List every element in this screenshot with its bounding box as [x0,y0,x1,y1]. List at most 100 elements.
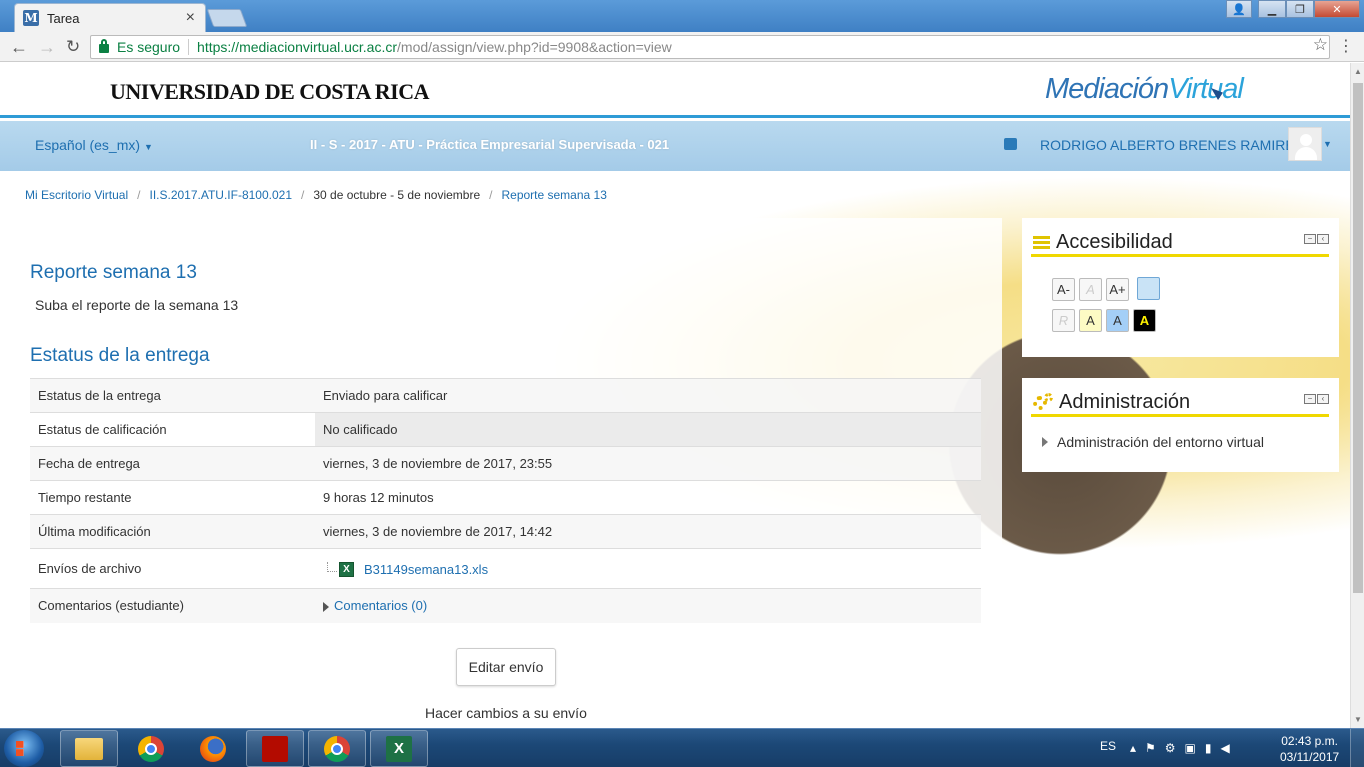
chevron-down-icon: ▼ [143,142,153,152]
file-link[interactable]: B31149semana13.xls [364,562,488,577]
show-desktop-button[interactable] [1350,729,1364,767]
submission-status-heading: Estatus de la entrega [30,345,210,366]
breadcrumb-item-assignment[interactable]: Reporte semana 13 [501,188,606,202]
page-title: Reporte semana 13 [30,262,197,283]
chrome-icon [324,735,350,762]
start-button[interactable] [4,730,44,767]
minimize-button[interactable]: ▁ [1258,0,1286,18]
color-yellow-button[interactable]: A [1079,309,1102,332]
text-larger-button[interactable]: A+ [1106,278,1129,301]
browser-tab[interactable]: M Tarea × [14,3,206,32]
language-menu[interactable]: Español (es_mx) ▼ [35,137,153,153]
breadcrumb-item-home[interactable]: Mi Escritorio Virtual [25,188,128,202]
row-label: Fecha de entrega [30,446,315,481]
breadcrumb: Mi Escritorio Virtual / II.S.2017.ATU.IF… [25,188,607,202]
file-item: X B31149semana13.xls [323,561,488,578]
clock[interactable]: 02:43 p.m. 03/11/2017 [1280,733,1339,765]
table-row: Envíos de archivo X B31149semana13.xls [30,548,981,589]
maximize-button[interactable]: ❐ [1286,0,1314,18]
profile-icon[interactable]: 👤 [1226,0,1252,18]
back-icon[interactable]: ← [10,37,28,58]
new-tab-button[interactable] [206,9,248,27]
url-field[interactable]: Es seguro https://mediacionvirtual.ucr.a… [90,35,1330,59]
taskbar-explorer[interactable] [60,730,118,767]
logo-part-2: Virtual [1168,73,1244,105]
url-host: https://mediacionvirtual.ucr.ac.cr [197,39,398,55]
breadcrumb-separator: / [489,188,493,202]
forward-icon[interactable]: → [38,37,56,58]
tree-connector [327,561,337,572]
breadcrumb-item-course[interactable]: II.S.2017.ATU.IF-8100.021 [149,188,292,202]
row-label: Última modificación [30,514,315,549]
admin-menu-item[interactable]: Administración del entorno virtual [1042,434,1264,450]
close-window-button[interactable]: ✕ [1314,0,1360,18]
scroll-up-icon[interactable]: ▲ [1354,67,1362,76]
grading-status: No calificado [315,412,981,447]
collapse-block-icon[interactable]: − [1304,394,1316,404]
edit-submission-button[interactable]: Editar envío [456,648,556,686]
browser-menu-icon[interactable]: ⋮ [1338,36,1354,56]
tab-close-icon[interactable]: × [186,9,195,27]
text-smaller-button[interactable]: A- [1052,278,1075,301]
tab-title: Tarea [47,10,80,26]
user-menu-chevron-icon[interactable]: ▼ [1323,139,1332,149]
administration-block: Administración − ‹ Administración del en… [1022,378,1339,472]
folder-icon [75,737,103,760]
language-label: Español (es_mx) [35,137,141,153]
table-row: Comentarios (estudiante) Comentarios (0) [30,588,981,623]
url-path: /mod/assign/view.php?id=9908&action=view [397,39,672,55]
row-label: Tiempo restante [30,480,315,515]
reload-icon[interactable]: ↻ [66,37,80,57]
color-black-button[interactable]: A [1133,309,1156,332]
excel-icon: X [386,735,412,762]
collapse-block-icon[interactable]: − [1304,234,1316,244]
edit-hint-text: Hacer cambios a su envío [425,705,587,721]
block-title: Administración [1059,390,1191,413]
taskbar-excel[interactable]: X [370,730,428,767]
comments-cell: Comentarios (0) [315,588,981,623]
window-titlebar: M Tarea × 👤 ▁ ❐ ✕ [0,0,1364,32]
dock-block-icon[interactable]: ‹ [1317,234,1329,244]
course-navbar: Español (es_mx) ▼ II - S - 2017 - ATU - … [0,121,1350,171]
text-reset-button[interactable]: A [1079,278,1102,301]
hamburger-icon [1033,235,1050,249]
chrome-icon [138,735,164,762]
messages-icon[interactable] [1004,138,1017,150]
breadcrumb-separator: / [137,188,141,202]
scroll-down-icon[interactable]: ▼ [1354,715,1362,724]
secure-label: Es seguro [117,39,181,55]
taskbar-chrome-pinned[interactable] [122,730,180,767]
lock-icon [99,39,109,53]
breadcrumb-item-week: 30 de octubre - 5 de noviembre [313,188,481,202]
table-row: Estatus de la entrega Enviado para calif… [30,378,981,413]
color-reset-button[interactable]: R [1052,309,1075,332]
system-tray-icons[interactable]: ▴⚑⚙▣▮◀ [1130,741,1239,755]
block-header: Administración − ‹ [1031,390,1329,417]
excel-file-icon: X [339,562,354,578]
avatar[interactable] [1288,127,1322,161]
save-settings-icon[interactable] [1137,277,1160,300]
input-language[interactable]: ES [1100,739,1116,753]
ucr-logo[interactable]: UNIVERSIDAD DE COSTA RICA [110,79,429,105]
color-blue-button[interactable]: A [1106,309,1129,332]
row-label: Estatus de calificación [30,412,315,447]
breadcrumb-separator: / [301,188,305,202]
accessibility-block: Accesibilidad − ‹ A- A A+ R A A A [1022,218,1339,357]
clock-date: 03/11/2017 [1280,750,1340,764]
scrollbar-thumb[interactable] [1353,83,1363,593]
comments-link[interactable]: Comentarios (0) [334,598,427,613]
bookmark-star-icon[interactable]: ☆ [1313,35,1328,55]
taskbar-firefox[interactable] [184,730,242,767]
dock-block-icon[interactable]: ‹ [1317,394,1329,404]
page-scrollbar[interactable]: ▲ ▼ [1350,63,1364,728]
user-name[interactable]: RODRIGO ALBERTO BRENES RAMIREZ [1040,137,1303,153]
taskbar-acrobat[interactable] [246,730,304,767]
row-label: Envíos de archivo [30,548,315,589]
block-title: Accesibilidad [1056,230,1173,253]
taskbar-chrome-active[interactable] [308,730,366,767]
expand-triangle-icon[interactable] [323,601,329,612]
due-date: viernes, 3 de noviembre de 2017, 23:55 [315,446,981,481]
last-modified: viernes, 3 de noviembre de 2017, 14:42 [315,514,981,549]
course-title[interactable]: II - S - 2017 - ATU - Práctica Empresari… [310,137,669,152]
table-row: Estatus de calificación No calificado [30,412,981,447]
